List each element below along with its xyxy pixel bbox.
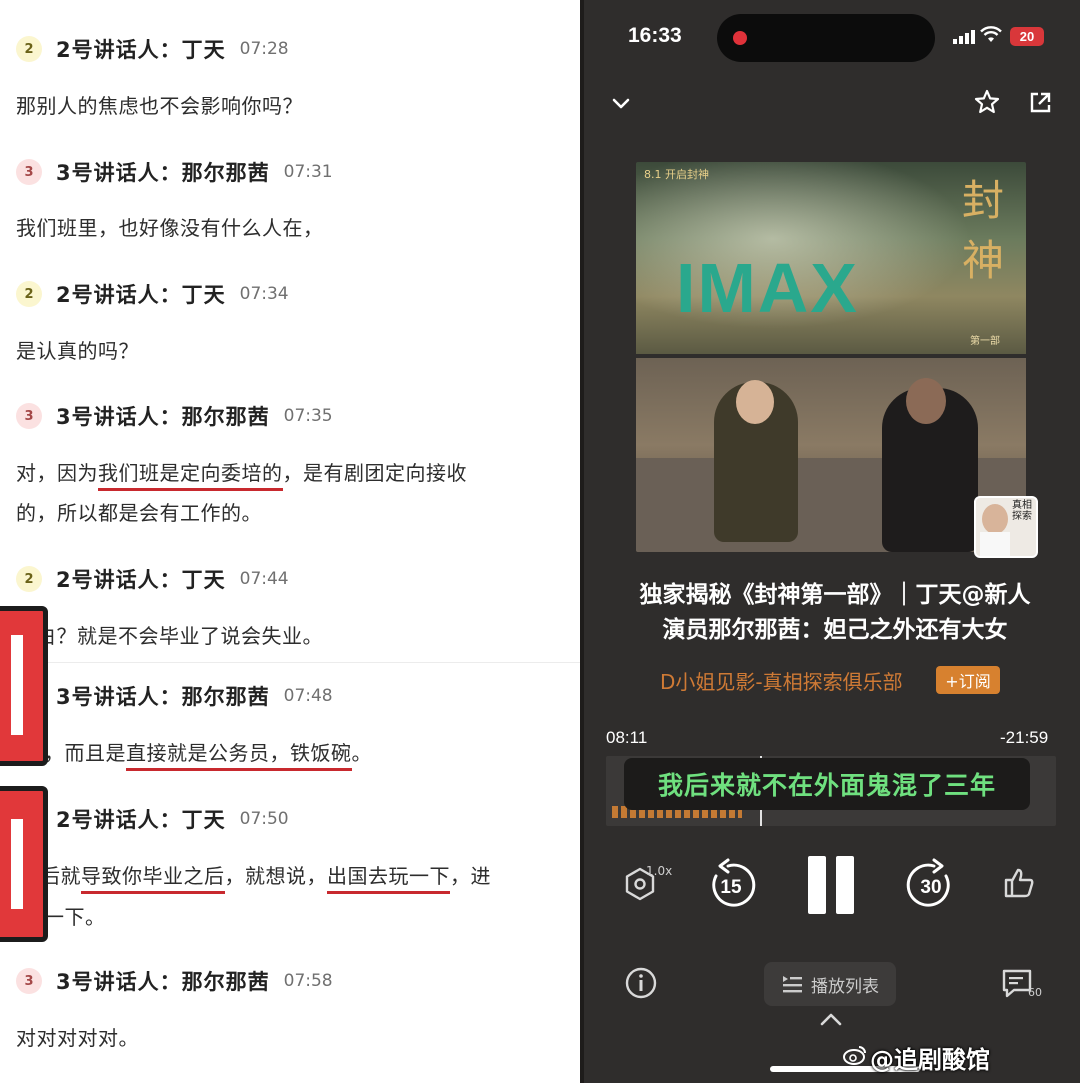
timestamp[interactable]: 07:31 [284,162,333,182]
forward-30-icon[interactable]: 30 [906,858,956,910]
text-segment: ，进 [450,864,491,888]
chevron-up-icon[interactable] [818,1010,844,1028]
timestamp[interactable]: 07:44 [240,569,289,589]
underlined-phrase: 我们班是定向委培的 [98,461,283,491]
recording-indicator-icon [733,31,747,45]
subtitle-caption: 我后来就不在外面鬼混了三年 [624,758,1030,810]
svg-text:30: 30 [920,877,941,898]
pause-icon[interactable] [808,856,826,914]
text-segment: ，是有剧团定向接收 [282,461,467,485]
battery-icon: 20 [1010,27,1044,46]
speaker-name: 2号讲话人：丁天 [56,283,226,307]
speaker-header: 2 2号讲话人：丁天 07:28 [16,31,289,67]
speaker-badge: 2 [16,36,42,62]
channel-name[interactable]: D小姐见影-真相探索俱乐部 [660,666,903,695]
red-overlay-graphic [0,786,48,942]
remaining-time: -21:59 [1000,728,1049,747]
underlined-phrase: 导致你毕业之后 [81,864,225,894]
speaker-badge: 3 [16,968,42,994]
rewind-15-icon[interactable]: 15 [706,858,756,910]
transcript-line: 是认真的吗？ [16,339,139,363]
star-icon[interactable] [973,88,1001,116]
speaker-header: 2 2号讲话人：丁天 07:50 [16,801,289,837]
info-icon[interactable] [624,966,658,1000]
divider [0,662,580,663]
speaker-header: 2 2号讲话人：丁天 07:44 [16,561,289,597]
speaker-badge: 2 [16,281,42,307]
transcript-line: 的，所以都是会有工作的。 [16,501,262,525]
transcript-line: ，而且是直接就是公务员，铁饭碗。 [44,737,372,771]
text-segment: ，就想说， [224,864,327,888]
share-icon[interactable] [1027,90,1053,116]
transcript-panel: 2 2号讲话人：丁天 07:28 那别人的焦虑也不会影响你吗？ 3 3号讲话人：… [0,0,580,1083]
text-segment: ，而且是 [44,741,126,765]
elapsed-time: 08:11 [606,728,648,747]
speaker-header: 3 3号讲话人：那尔那茜 07:58 [16,963,333,999]
speed-label: 1.0x [646,864,673,878]
film-poster-image: 8.1 开启封神 IMAX 封神 第一部 [636,162,1026,354]
episode-title: 独家揭秘《封神第一部》｜丁天@新人演员那尔那茜：妲己之外还有大女 [639,582,1031,643]
pause-icon[interactable] [836,856,854,914]
red-overlay-graphic [0,606,48,766]
transcript-line: 后就导致你毕业之后，就想说，出国去玩一下，进 [40,860,491,894]
status-time: 16:33 [628,24,682,47]
timestamp[interactable]: 07:58 [284,971,333,991]
thumbs-up-icon[interactable] [1002,866,1036,900]
signal-icon [953,30,975,44]
speaker-badge: 3 [16,159,42,185]
playlist-icon [783,976,802,993]
film-title-chars: 封神 [962,179,1005,285]
speaker-header: 3 3号讲话人：那尔那茜 07:48 [16,678,333,714]
speaker-name: 2号讲话人：丁天 [56,808,226,832]
channel-avatar-thumb: 真相探索 [974,496,1038,558]
speaker-name: 3号讲话人：那尔那茜 [56,161,270,185]
speaker-badge: 2 [16,566,42,592]
text-segment: 对，因为 [16,461,98,485]
transcript-line: 白？就是不会毕业了说会失业。 [36,624,323,648]
speaker-name: 2号讲话人：丁天 [56,568,226,592]
underlined-phrase: 出国去玩一下 [327,864,450,894]
podcast-player: 16:33 20 8.1 开启封神 IMAX 封神 第一部 真相探索 独家揭秘《… [580,0,1080,1083]
playlist-label: 播放列表 [811,976,879,997]
wifi-icon [980,26,1002,42]
timestamp[interactable]: 07:34 [240,284,289,304]
transcript-line: 我们班里，也好像没有什么人在， [16,216,324,240]
weibo-icon [843,1046,866,1065]
svg-text:15: 15 [720,877,742,898]
speaker-name: 2号讲话人：丁天 [56,38,226,62]
transcript-line: 一下。 [44,905,106,929]
imax-logo: IMAX [676,249,859,327]
speaker-badge: 3 [16,403,42,429]
poster-tagline: 8.1 开启封神 [644,168,709,181]
text-segment: 。 [351,741,372,765]
watermark: @追剧酸馆 [870,1046,990,1074]
transcript-line: 对对对对对。 [16,1026,139,1050]
comment-count: 60 [1028,986,1042,999]
chevron-down-icon[interactable] [610,92,632,114]
playlist-button[interactable]: 播放列表 [764,962,896,1006]
transcript-line: 对，因为我们班是定向委培的，是有剧团定向接收 [16,457,467,491]
cover-art: 8.1 开启封神 IMAX 封神 第一部 [636,162,1026,552]
speaker-header: 3 3号讲话人：那尔那茜 07:35 [16,398,333,434]
timestamp[interactable]: 07:50 [240,809,289,829]
subscribe-button[interactable]: +订阅 [936,666,1000,694]
speaker-name: 3号讲话人：那尔那茜 [56,405,270,429]
transcript-line: 那别人的焦虑也不会影响你吗？ [16,94,303,118]
speaker-name: 3号讲话人：那尔那茜 [56,970,270,994]
film-subtitle: 第一部 [970,336,1000,347]
underlined-phrase: 直接就是公务员，铁饭碗 [126,741,352,771]
speaker-header: 2 2号讲话人：丁天 07:34 [16,276,289,312]
interview-photo [636,358,1026,552]
timestamp[interactable]: 07:28 [240,39,289,59]
timestamp[interactable]: 07:35 [284,406,333,426]
speaker-header: 3 3号讲话人：那尔那茜 07:31 [16,154,333,190]
dynamic-island [717,14,935,62]
timestamp[interactable]: 07:48 [284,686,333,706]
speaker-name: 3号讲话人：那尔那茜 [56,685,270,709]
